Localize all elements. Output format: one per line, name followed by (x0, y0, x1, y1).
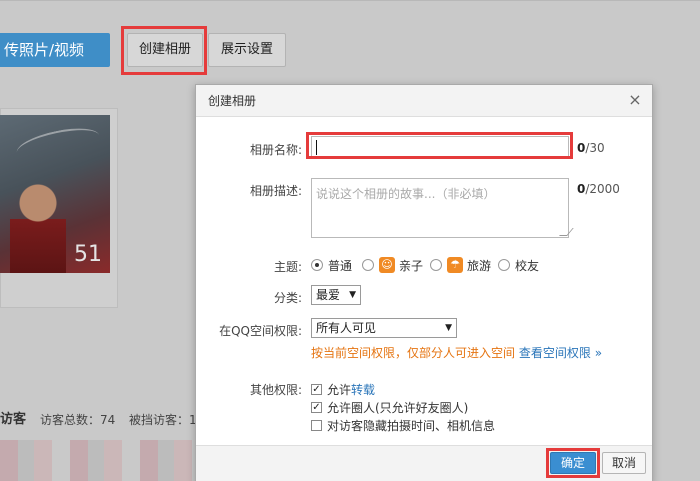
visitor-title: 访客 (0, 412, 27, 427)
permission-note-text: 按当前空间权限，仅部分人可进入空间 (311, 346, 516, 360)
theme-option-travel[interactable]: ☂ 旅游 (430, 256, 491, 274)
top-divider (0, 0, 700, 1)
radio-icon[interactable] (498, 259, 510, 271)
theme-option-label: 亲子 (399, 258, 424, 273)
checkbox-icon[interactable] (311, 419, 322, 431)
theme-option-alumni[interactable]: 校友 (498, 256, 539, 274)
category-value: 最爱 (316, 288, 341, 302)
permission-value: 所有人可见 (316, 321, 377, 335)
album-name-highlight (306, 132, 573, 159)
dropdown-arrow-icon: ▼ (349, 290, 356, 300)
radio-icon[interactable] (430, 259, 442, 271)
person-figure (10, 175, 66, 273)
double-chevron-icon: » (594, 346, 603, 360)
visitor-total: 访客总数：74 (40, 413, 116, 427)
theme-option-label: 旅游 (467, 258, 492, 273)
album-desc-textarea[interactable]: 说说这个相册的故事...（非必填） (311, 178, 574, 238)
signature-stroke (14, 122, 102, 166)
theme-option-label: 普通 (328, 258, 353, 273)
theme-option-label: 校友 (515, 258, 540, 273)
repost-link[interactable]: 转载 (351, 381, 375, 398)
dialog-header: 创建相册 × (196, 85, 652, 117)
other-permissions-label: 其他权限: (249, 383, 302, 397)
permission-select[interactable]: 所有人可见 ▼ (311, 318, 457, 338)
option-allow-repost[interactable]: ✓ 允许 转载 (311, 381, 375, 397)
checkbox-checked-icon[interactable]: ✓ (311, 383, 322, 395)
theme-option-family[interactable]: ☺ 亲子 (362, 256, 423, 274)
category-select[interactable]: 最爱 ▼ (311, 285, 361, 305)
album-name-counter: 0/30 (577, 141, 605, 155)
cancel-button[interactable]: 取消 (602, 452, 646, 474)
album-cover-photo[interactable]: 51 (0, 115, 110, 273)
option-allow-tagging[interactable]: ✓ 允许圈人(只允许好友圈人) (311, 399, 468, 415)
album-desc-label: 相册描述: (249, 184, 302, 198)
option-label: 允许圈人(只允许好友圈人) (327, 400, 469, 415)
confirm-highlight (546, 448, 600, 478)
theme-option-normal[interactable]: 普通 (311, 256, 352, 274)
upload-photos-button[interactable]: 传照片/视频 (0, 33, 110, 67)
dialog-footer: 确定 取消 (196, 445, 652, 481)
resize-grip-icon[interactable] (559, 228, 574, 236)
option-label: 对访客隐藏拍摄时间、相机信息 (327, 418, 496, 433)
album-photo-count: 51 (74, 242, 102, 267)
dropdown-arrow-icon: ▼ (445, 323, 452, 333)
dialog-title: 创建相册 (208, 94, 257, 108)
close-icon[interactable]: × (628, 92, 642, 108)
permission-note: 按当前空间权限，仅部分人可进入空间 查看空间权限 » (311, 344, 602, 361)
baby-face-icon: ☺ (379, 257, 395, 273)
radio-selected-icon[interactable] (311, 259, 323, 271)
radio-icon[interactable] (362, 259, 374, 271)
create-album-dialog: 创建相册 × 相册名称: 0/30 相册描述: 说说这个相册的故事...（非必填… (195, 84, 653, 481)
visitor-blocked: 被挡访客：1 (129, 413, 195, 427)
permission-label: 在QQ空间权限: (219, 324, 302, 338)
album-desc-counter: 0/2000 (577, 182, 620, 196)
create-album-highlight (121, 26, 207, 75)
checkbox-checked-icon[interactable]: ✓ (311, 401, 322, 413)
option-hide-exif[interactable]: 对访客隐藏拍摄时间、相机信息 (311, 417, 495, 433)
view-permission-link[interactable]: 查看空间权限 » (519, 346, 602, 360)
display-settings-button[interactable]: 展示设置 (208, 33, 286, 67)
album-desc-placeholder: 说说这个相册的故事...（非必填） (316, 187, 496, 201)
theme-label: 主题: (273, 260, 302, 274)
umbrella-icon: ☂ (447, 257, 463, 273)
visitor-avatars-mosaic (0, 440, 196, 481)
category-label: 分类: (273, 291, 302, 305)
option-prefix: 允许 (327, 382, 352, 397)
album-name-label: 相册名称: (249, 143, 302, 157)
